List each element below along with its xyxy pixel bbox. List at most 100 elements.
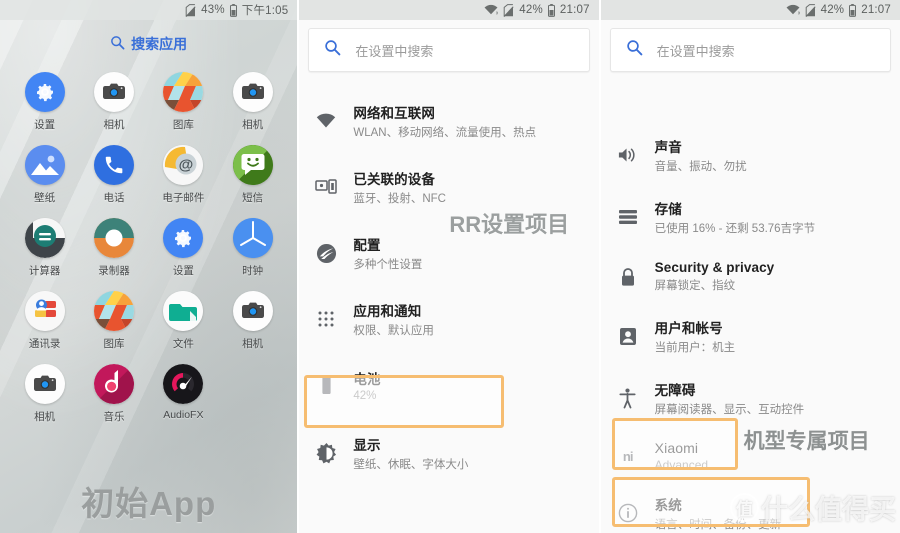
svg-text:x: x — [496, 10, 498, 16]
settings-row-accessibility[interactable]: 无障碍 屏幕阅读器、显示、互动控件 — [601, 367, 900, 429]
brightness-icon — [313, 442, 339, 464]
app-item[interactable]: AudioFX — [149, 364, 218, 424]
app-item[interactable]: 设置 — [149, 218, 218, 278]
search-apps-button[interactable]: 搜索应用 — [0, 34, 297, 54]
clock-icon — [232, 218, 273, 258]
app-label: 图库 — [172, 119, 194, 131]
app-item[interactable]: 图库 — [79, 291, 148, 351]
sms-icon — [232, 145, 273, 185]
settings-gear-icon — [24, 72, 65, 112]
no-sim-icon — [805, 3, 816, 17]
email-icon: @ — [163, 145, 204, 185]
app-item[interactable]: @ 电子邮件 — [149, 145, 218, 205]
settings-row-title: 网络和互联网 — [353, 106, 435, 121]
settings-row-sound[interactable]: 声音 音量、振动、勿扰 — [601, 124, 900, 186]
settings-row-title: 显示 — [353, 438, 381, 453]
settings-row-system[interactable]: 系统 语言、时间、备份、更新 — [601, 483, 900, 533]
battery-icon — [547, 3, 555, 17]
app-label: 图库 — [103, 338, 125, 350]
battery-icon — [849, 3, 857, 17]
music-icon — [94, 364, 134, 404]
app-label: 电话 — [103, 192, 125, 204]
app-label: 电子邮件 — [162, 192, 205, 204]
app-grid: 设置 相机 图库 相机 壁纸 电话 @ 电子邮件 短信 计算器 录制器 设置 时… — [0, 54, 297, 424]
app-label: 录制器 — [98, 265, 130, 277]
settings-search-placeholder: 在设置中搜索 — [355, 43, 434, 59]
settings-row-storage[interactable]: 存储 已使用 16% - 还剩 53.76吉字节 — [601, 186, 900, 248]
settings-search-input[interactable]: 在设置中搜索 — [609, 28, 891, 72]
app-item[interactable]: 相机 — [79, 72, 148, 132]
app-label: 设置 — [172, 265, 194, 277]
app-item[interactable]: 时钟 — [218, 218, 287, 278]
settings-row-subtitle: Advanced — [654, 458, 709, 472]
search-icon — [324, 39, 341, 61]
clock-text: 21:07 — [559, 4, 590, 16]
app-item[interactable]: 录制器 — [79, 218, 148, 278]
app-item[interactable]: 壁纸 — [10, 145, 79, 205]
annotation-initial-apps: 初始App — [81, 485, 217, 522]
wifi-off-icon: x — [786, 4, 800, 16]
app-item[interactable]: 计算器 — [10, 218, 79, 278]
app-item[interactable]: 文件 — [149, 291, 218, 351]
search-apps-label: 搜索应用 — [131, 36, 188, 52]
no-sim-icon — [503, 3, 514, 17]
settings-row-subtitle: 已使用 16% - 还剩 53.76吉字节 — [654, 223, 816, 235]
app-item[interactable]: 通讯录 — [10, 291, 79, 351]
settings-row-subtitle: 屏幕阅读器、显示、互动控件 — [654, 404, 805, 416]
configuration-icon — [313, 243, 339, 264]
wifi-off-icon: x — [484, 4, 498, 16]
camera-icon — [24, 364, 65, 404]
svg-text:@: @ — [179, 157, 194, 174]
battery-percent: 42% — [820, 4, 845, 16]
screenshot-stage: 43% 下午1:05 搜索应用 设置 相机 图库 相机 壁纸 电话 @ 电子邮件… — [0, 0, 900, 533]
app-item[interactable]: 相机 — [218, 72, 287, 132]
app-label: 音乐 — [103, 411, 125, 423]
battery-icon — [229, 3, 237, 17]
settings-row-subtitle: 语言、时间、备份、更新 — [654, 519, 782, 531]
launcher-panel: 43% 下午1:05 搜索应用 设置 相机 图库 相机 壁纸 电话 @ 电子邮件… — [0, 0, 298, 533]
accessibility-icon — [615, 387, 641, 409]
clock-text: 21:07 — [861, 4, 891, 16]
storage-icon — [615, 209, 641, 225]
mi-logo-icon: ni — [622, 448, 634, 464]
clock-text: 下午1:05 — [241, 5, 289, 17]
app-label: 通讯录 — [28, 338, 61, 350]
app-item[interactable]: 短信 — [218, 145, 287, 205]
settings-row-battery[interactable]: 电池 42% — [299, 352, 598, 418]
settings-row-subtitle: 蓝牙、投射、NFC — [353, 193, 446, 205]
settings-row-users-accounts[interactable]: 用户和帐号 当前用户：机主 — [601, 305, 900, 367]
settings-row-title: 应用和通知 — [353, 304, 422, 319]
annotation-model-specific: 机型专属项目 — [743, 430, 870, 453]
calculator-icon — [24, 218, 65, 258]
settings-row-title: Security & privacy — [654, 260, 775, 275]
settings-row-title: 存储 — [654, 202, 682, 217]
app-label: 相机 — [242, 338, 264, 350]
app-item[interactable]: 设置 — [10, 72, 79, 132]
audiofx-icon — [163, 364, 204, 404]
settings-row-title: Xiaomi — [654, 440, 699, 456]
phone-icon — [94, 145, 134, 185]
lock-icon — [615, 267, 641, 287]
app-item[interactable]: 相机 — [10, 364, 79, 424]
gallery-icon — [94, 291, 134, 331]
app-item[interactable]: 电话 — [79, 145, 148, 205]
battery-icon — [313, 375, 339, 395]
settings-search-placeholder: 在设置中搜索 — [656, 43, 735, 59]
account-icon — [615, 327, 641, 346]
app-label: 相机 — [34, 411, 56, 423]
connected-devices-icon — [313, 178, 339, 196]
settings-row-display[interactable]: 显示 壁纸、休眠、字体大小 — [299, 418, 598, 488]
settings-row-network[interactable]: 网络和互联网 WLAN、移动网络、流量使用、热点 — [299, 88, 598, 154]
settings-row-security-privacy[interactable]: Security & privacy 屏幕锁定、指纹 — [601, 248, 900, 305]
settings-row-subtitle: 音量、振动、勿扰 — [654, 161, 747, 173]
app-item[interactable]: 音乐 — [79, 364, 148, 424]
camera-icon — [232, 291, 273, 331]
info-circle-icon — [615, 503, 641, 523]
app-item[interactable]: 图库 — [149, 72, 218, 132]
app-item[interactable]: 相机 — [218, 291, 287, 351]
settings-search-input[interactable]: 在设置中搜索 — [308, 28, 590, 72]
settings-right-status-bar: x 42% 21:07 — [600, 0, 900, 20]
settings-row-apps-notifications[interactable]: 应用和通知 权限、默认应用 — [299, 286, 598, 352]
app-label: 时钟 — [242, 265, 264, 277]
settings-row-subtitle: 屏幕锁定、指纹 — [654, 280, 736, 292]
